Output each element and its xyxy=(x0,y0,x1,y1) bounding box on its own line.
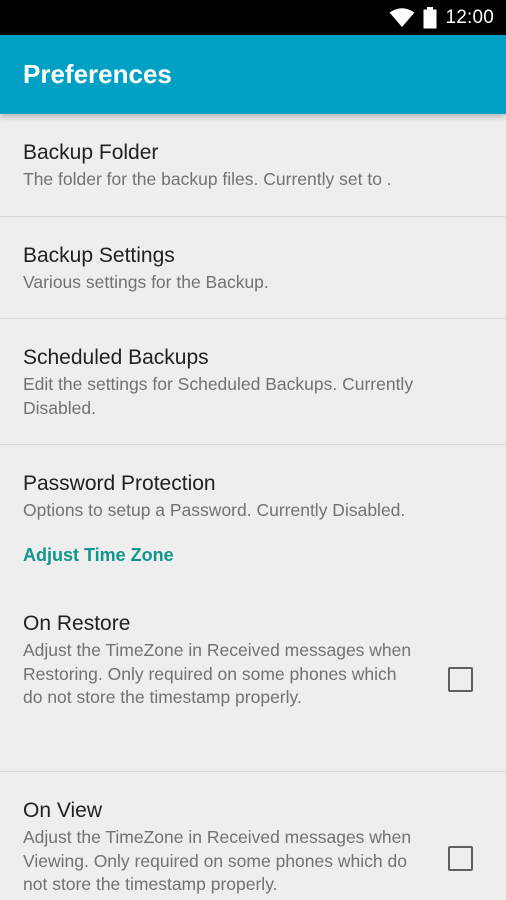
pref-title: Password Protection xyxy=(23,472,216,495)
preferences-list: Backup Folder The folder for the backup … xyxy=(0,114,506,900)
app-bar: Preferences xyxy=(0,35,506,114)
pref-summary: Various settings for the Backup. xyxy=(23,272,269,292)
on-restore-checkbox[interactable] xyxy=(448,667,473,692)
pref-summary: Adjust the TimeZone in Received messages… xyxy=(23,640,412,707)
pref-title: Scheduled Backups xyxy=(23,346,209,369)
category-adjust-time-zone: Adjust Time Zone xyxy=(0,541,506,611)
status-bar: 12:00 xyxy=(0,0,506,35)
pref-title: Backup Settings xyxy=(23,244,175,267)
pref-backup-settings[interactable]: Backup Settings Various settings for the… xyxy=(0,217,506,319)
on-view-checkbox[interactable] xyxy=(448,846,473,871)
category-title: Adjust Time Zone xyxy=(23,545,174,565)
pref-backup-folder[interactable]: Backup Folder The folder for the backup … xyxy=(0,114,506,217)
pref-title: Backup Folder xyxy=(23,141,159,164)
wifi-icon xyxy=(389,7,415,28)
pref-scheduled-backups[interactable]: Scheduled Backups Edit the settings for … xyxy=(0,319,506,445)
pref-on-restore[interactable]: On Restore Adjust the TimeZone in Receiv… xyxy=(0,611,506,772)
battery-icon xyxy=(423,6,437,29)
pref-summary: Options to setup a Password. Currently D… xyxy=(23,500,406,520)
pref-title: On View xyxy=(23,799,102,822)
pref-on-view[interactable]: On View Adjust the TimeZone in Received … xyxy=(0,772,506,900)
pref-summary: The folder for the backup files. Current… xyxy=(23,169,392,189)
pref-summary: Edit the settings for Scheduled Backups.… xyxy=(23,374,414,418)
pref-password-protection[interactable]: Password Protection Options to setup a P… xyxy=(0,445,506,541)
page-title: Preferences xyxy=(23,59,172,89)
pref-summary: Adjust the TimeZone in Received messages… xyxy=(23,827,412,894)
pref-title: On Restore xyxy=(23,612,131,635)
status-time: 12:00 xyxy=(445,6,494,28)
